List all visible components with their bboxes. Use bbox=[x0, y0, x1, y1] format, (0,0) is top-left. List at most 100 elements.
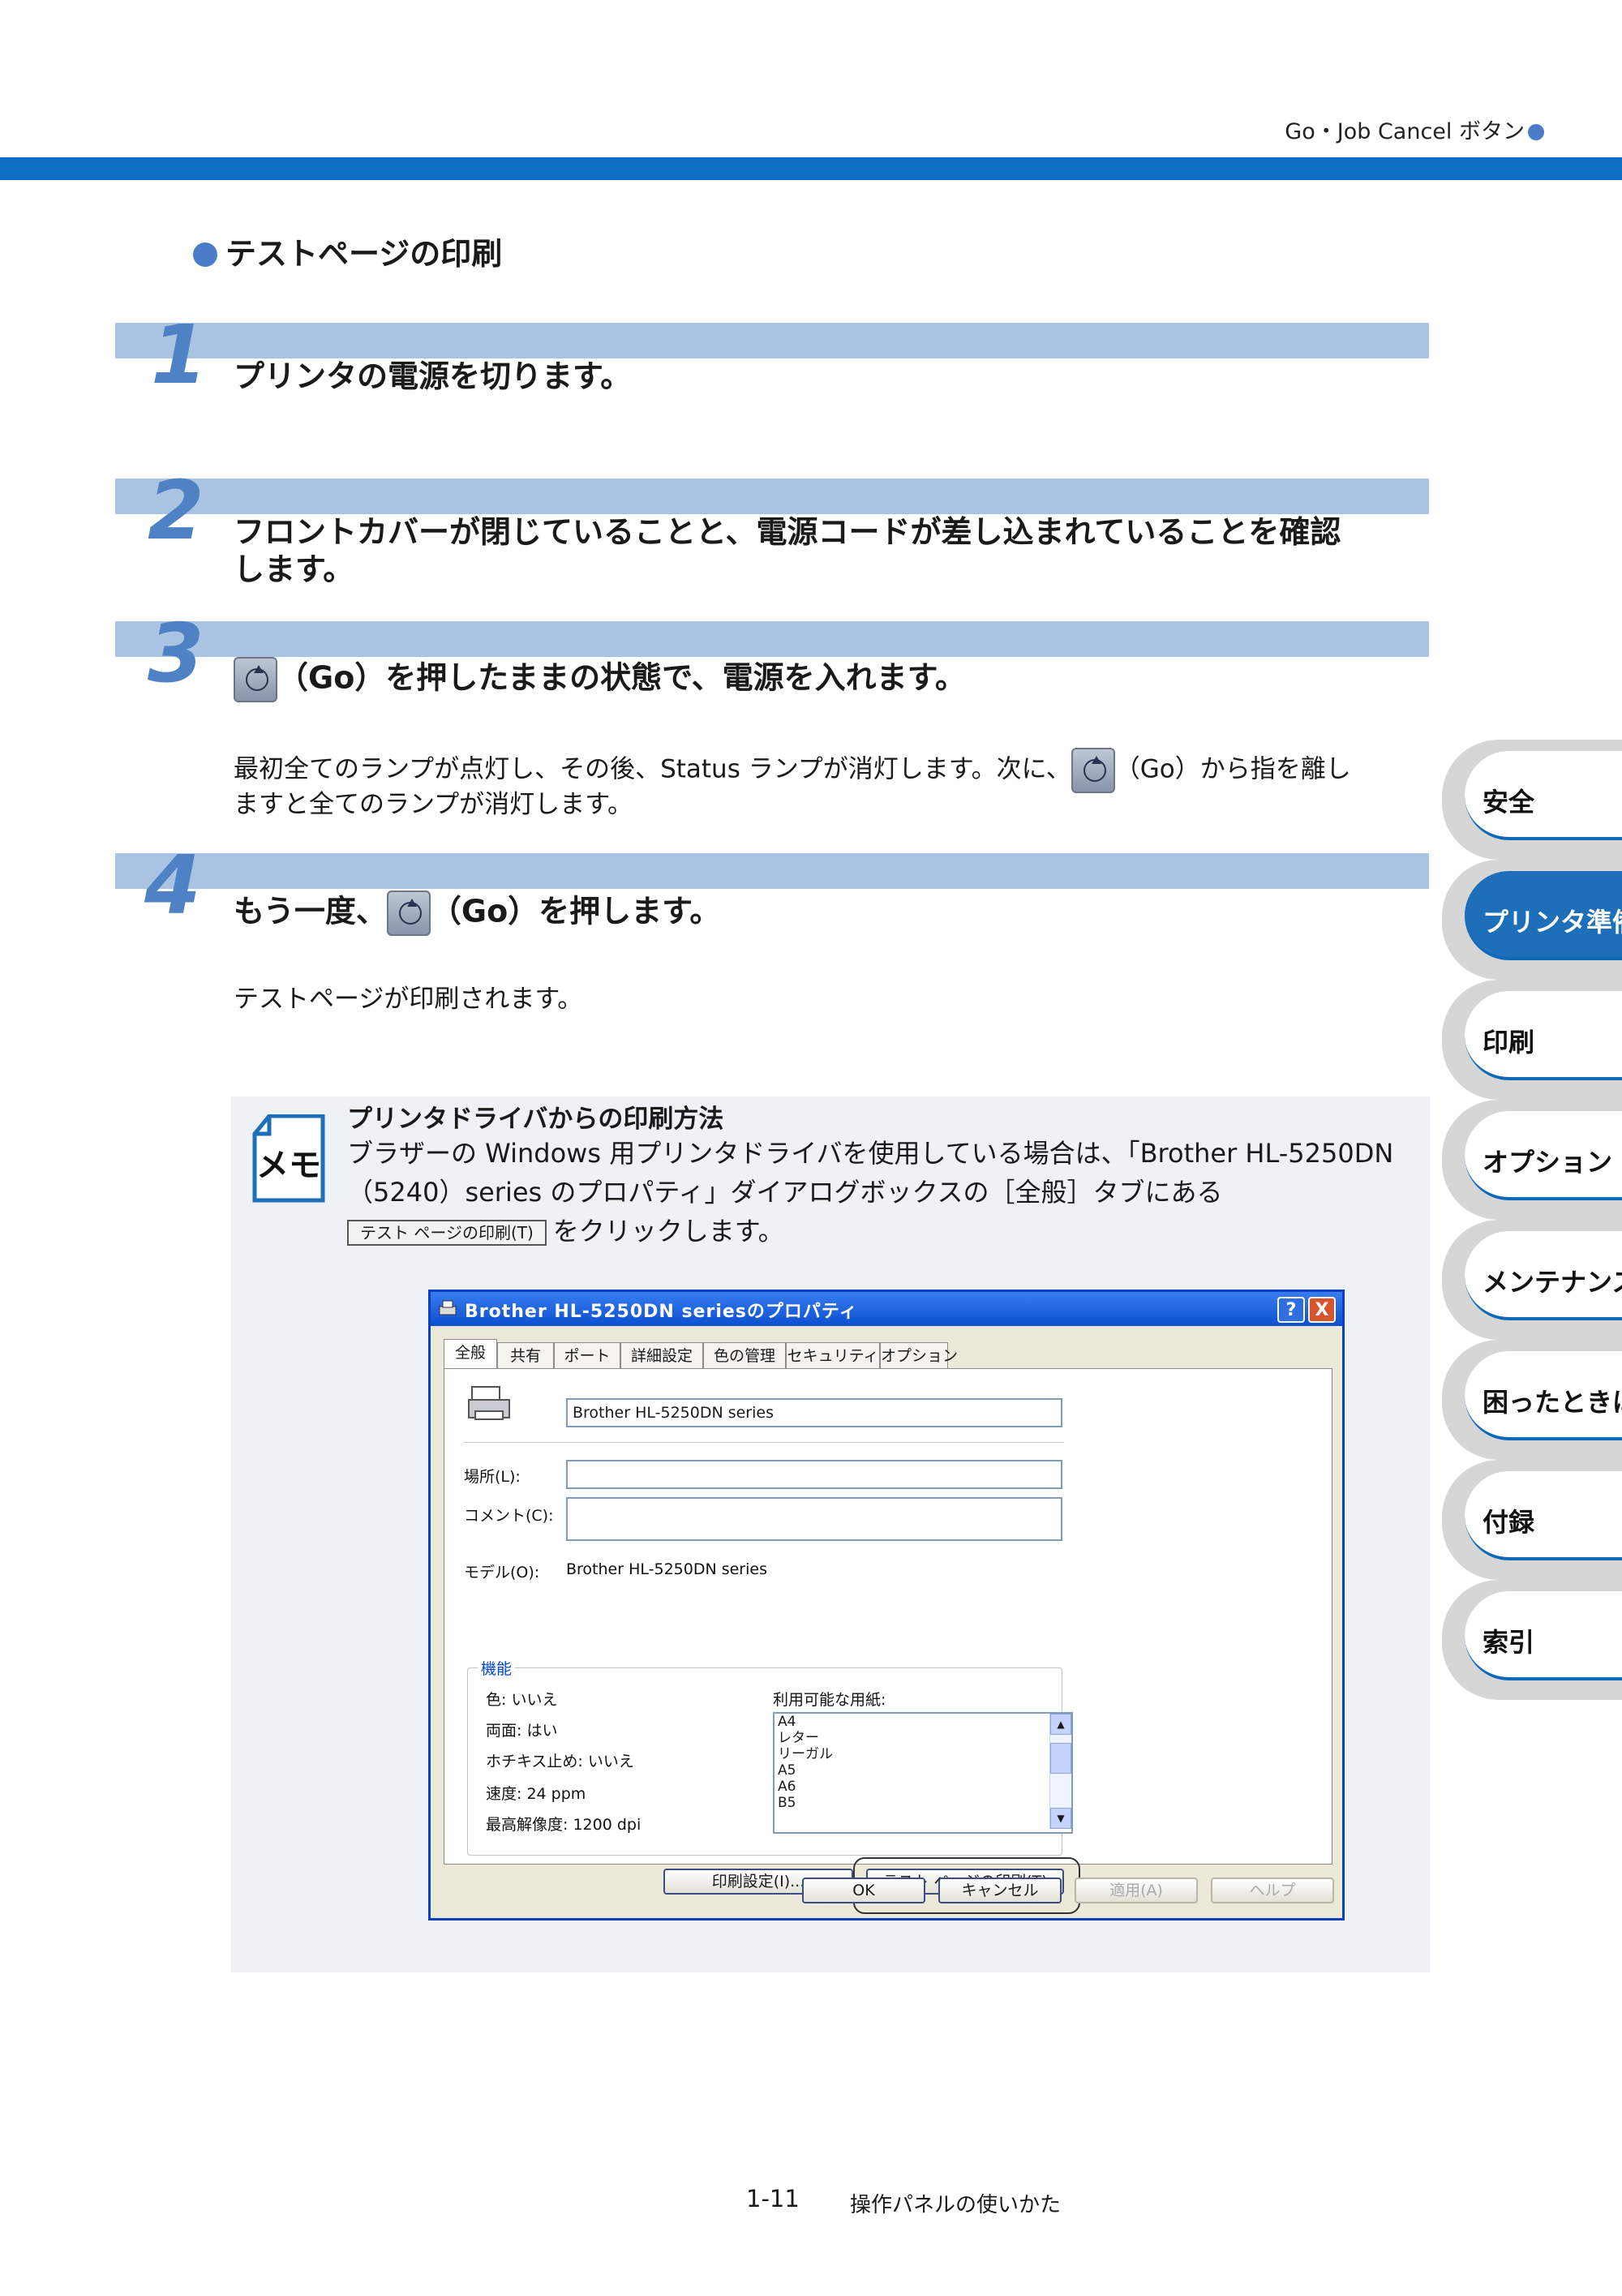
step-2-text-line1: フロントカバーが閉じていることと、電源コードが差し込まれていることを確認 bbox=[234, 514, 1341, 550]
step-4-label: もう一度、 bbox=[234, 893, 387, 929]
list-item[interactable]: B5 bbox=[775, 1795, 1071, 1811]
go-button-icon bbox=[1071, 748, 1115, 793]
feature-resolution: 最高解像度: 1200 dpi bbox=[486, 1816, 642, 1834]
features-label: 機能 bbox=[478, 1657, 516, 1679]
paper-label: 利用可能な用紙: bbox=[773, 1691, 886, 1709]
help-title-button[interactable]: ? bbox=[1277, 1297, 1305, 1323]
sidebar-item-label: 印刷 bbox=[1483, 1027, 1535, 1058]
dialog-title: Brother HL-5250DN seriesのプロパティ bbox=[465, 1302, 858, 1322]
scroll-thumb[interactable] bbox=[1050, 1743, 1071, 1774]
list-item[interactable]: レター bbox=[775, 1730, 1071, 1746]
sidebar-item-troubleshooting[interactable]: 困ったときは bbox=[1442, 1340, 1622, 1460]
step-band bbox=[115, 621, 1429, 657]
sidebar-item-appendix[interactable]: 付録 bbox=[1442, 1460, 1622, 1580]
tab-security[interactable]: セキュリティ bbox=[786, 1342, 880, 1369]
memo-icon: メモ bbox=[252, 1114, 325, 1203]
memo-line-2: （5240）series のプロパティ」ダイアログボックスの［全般］タブにある bbox=[347, 1177, 1223, 1208]
page-number: 1-11 bbox=[746, 2185, 800, 2212]
step-band bbox=[115, 853, 1429, 889]
chevron-up-icon[interactable]: ▲ bbox=[1050, 1714, 1071, 1735]
sidebar-item-index[interactable]: 索引 bbox=[1442, 1580, 1622, 1700]
tab-color-management[interactable]: 色の管理 bbox=[703, 1342, 786, 1369]
step-number: 3 bbox=[148, 606, 204, 701]
location-label: 場所(L): bbox=[464, 1468, 521, 1486]
paper-list[interactable]: A4 レター リーガル A5 A6 B5 ▲ ▼ bbox=[773, 1712, 1073, 1834]
step-number: 4 bbox=[144, 838, 201, 933]
step-number: 1 bbox=[151, 307, 208, 402]
step-3-label: （Go）を押したままの状態で、電源を入れます。 bbox=[277, 659, 966, 696]
feature-staple: ホチキス止め: いいえ bbox=[486, 1753, 634, 1770]
sidebar-item-safety[interactable]: 安全 bbox=[1442, 740, 1622, 860]
comment-label: コメント(C): bbox=[464, 1507, 554, 1525]
step-1-text: プリンタの電源を切ります。 bbox=[234, 358, 632, 394]
scrollbar[interactable]: ▲ ▼ bbox=[1049, 1714, 1071, 1829]
header-text: Go・Job Cancel ボタン bbox=[1285, 119, 1525, 144]
header-bar bbox=[0, 157, 1622, 180]
sidebar-item-printer-setup[interactable]: プリンタ準備 bbox=[1442, 860, 1622, 980]
properties-dialog: Brother HL-5250DN seriesのプロパティ ? X 全般 共有… bbox=[428, 1290, 1345, 1920]
step-band bbox=[115, 323, 1429, 358]
sidebar-item-label: 付録 bbox=[1483, 1507, 1535, 1538]
feature-speed: 速度: 24 ppm bbox=[486, 1785, 586, 1803]
chevron-down-icon[interactable]: ▼ bbox=[1050, 1808, 1071, 1829]
tab-options[interactable]: オプション bbox=[880, 1342, 958, 1369]
list-item[interactable]: リーガル bbox=[775, 1746, 1071, 1762]
section-title-text: テストページの印刷 bbox=[225, 236, 503, 272]
list-item[interactable]: A6 bbox=[775, 1779, 1071, 1795]
memo-line-1: ブラザーの Windows 用プリンタドライバを使用している場合は、「Broth… bbox=[347, 1138, 1394, 1169]
step-4-label: （Go）を押します。 bbox=[430, 893, 721, 929]
printer-name-field[interactable]: Brother HL-5250DN series bbox=[566, 1398, 1062, 1427]
step-band bbox=[115, 479, 1429, 514]
bullet-icon bbox=[193, 242, 217, 267]
features-group: 機能 色: いいえ 両面: はい ホチキス止め: いいえ 速度: 24 ppm … bbox=[467, 1657, 1073, 1856]
step-4-body: テストページが印刷されます。 bbox=[234, 985, 583, 1014]
sidebar-item-label: 索引 bbox=[1483, 1627, 1535, 1658]
sidebar-item-maintenance[interactable]: メンテナンス bbox=[1442, 1220, 1622, 1340]
list-item[interactable]: A4 bbox=[775, 1714, 1071, 1730]
printer-icon bbox=[439, 1300, 457, 1315]
test-page-button-ref: テスト ページの印刷(T) bbox=[347, 1220, 547, 1246]
step-number: 2 bbox=[148, 463, 204, 558]
sidebar-item-printing[interactable]: 印刷 bbox=[1442, 980, 1622, 1100]
chapter-title: 操作パネルの使いかた bbox=[850, 2193, 1062, 2217]
tab-general[interactable]: 全般 bbox=[444, 1339, 497, 1370]
tab-ports[interactable]: ポート bbox=[554, 1342, 620, 1369]
step-3-body-line2: ますと全てのランプが消灯します。 bbox=[234, 790, 633, 819]
step-3-body-part: 最初全てのランプが点灯し、その後、Status ランプが消灯します。次に、 bbox=[234, 754, 1071, 784]
comment-field[interactable] bbox=[566, 1497, 1062, 1541]
step-2-text-line2: します。 bbox=[234, 551, 354, 587]
step-3-text: （Go）を押したままの状態で、電源を入れます。 bbox=[234, 657, 966, 702]
dialog-titlebar: Brother HL-5250DN seriesのプロパティ ? X bbox=[431, 1292, 1342, 1326]
step-4-text: もう一度、 （Go）を押します。 bbox=[234, 891, 720, 936]
memo-title: プリンタドライバからの印刷方法 bbox=[347, 1105, 724, 1134]
sidebar-item-label: オプション bbox=[1483, 1147, 1613, 1178]
ok-button[interactable]: OK bbox=[802, 1878, 925, 1903]
memo-icon-text: メモ bbox=[256, 1147, 321, 1184]
location-field[interactable] bbox=[566, 1460, 1062, 1489]
tab-advanced[interactable]: 詳細設定 bbox=[620, 1342, 703, 1369]
memo-line-3: テスト ページの印刷(T) をクリックします。 bbox=[347, 1212, 784, 1251]
sidebar-item-label: プリンタ準備 bbox=[1483, 907, 1622, 938]
cancel-button[interactable]: キャンセル bbox=[938, 1878, 1062, 1903]
general-panel: Brother HL-5250DN series 場所(L): コメント(C):… bbox=[444, 1368, 1332, 1914]
memo-line-3-text: をクリックします。 bbox=[552, 1216, 784, 1247]
feature-duplex: 両面: はい bbox=[486, 1722, 558, 1740]
sidebar-item-options[interactable]: オプション bbox=[1442, 1100, 1622, 1220]
go-button-icon bbox=[234, 657, 277, 702]
tab-sharing[interactable]: 共有 bbox=[497, 1342, 554, 1369]
section-title: テストページの印刷 bbox=[193, 229, 502, 273]
sidebar-item-label: 安全 bbox=[1483, 787, 1535, 818]
printer-icon bbox=[468, 1386, 510, 1420]
running-header: Go・Job Cancel ボタン bbox=[1285, 114, 1544, 145]
close-button[interactable]: X bbox=[1308, 1297, 1336, 1323]
help-button[interactable]: ヘルプ bbox=[1211, 1878, 1334, 1903]
model-label: モデル(O): bbox=[464, 1564, 540, 1581]
step-3-body-part: （Go）から指を離し bbox=[1114, 754, 1351, 784]
model-value: Brother HL-5250DN series bbox=[566, 1560, 767, 1578]
sidebar-item-label: 困ったときは bbox=[1483, 1387, 1622, 1418]
sidebar-item-label: メンテナンス bbox=[1483, 1267, 1622, 1298]
divider bbox=[464, 1442, 1064, 1443]
apply-button[interactable]: 適用(A) bbox=[1075, 1878, 1198, 1903]
list-item[interactable]: A5 bbox=[775, 1762, 1071, 1779]
bullet-icon bbox=[1528, 124, 1544, 140]
